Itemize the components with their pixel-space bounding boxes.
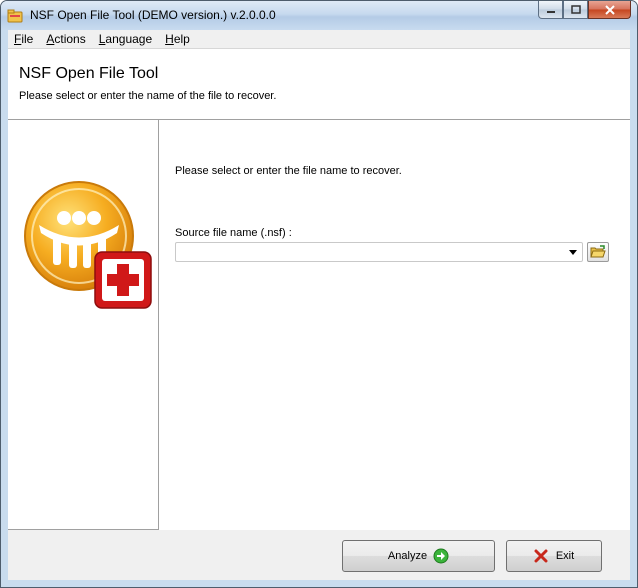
page-title: NSF Open File Tool xyxy=(19,65,159,82)
main-panel: Please select or enter the file name to … xyxy=(159,120,630,530)
exit-label: Exit xyxy=(555,550,575,562)
folder-app-icon xyxy=(7,9,23,23)
lotus-notes-repair-icon xyxy=(24,181,152,309)
chevron-down-icon xyxy=(569,249,577,255)
page-subtitle: Please select or enter the name of the f… xyxy=(19,90,277,102)
red-x-icon xyxy=(534,549,548,563)
menu-help[interactable]: Help xyxy=(159,30,197,48)
app-window: NSF Open File Tool (DEMO version.) v.2.0… xyxy=(0,0,638,588)
client-area: NSF Open File Tool Please select or ente… xyxy=(8,49,630,580)
green-arrow-right-icon xyxy=(433,548,449,564)
minimize-button[interactable] xyxy=(538,1,563,19)
menu-bar: File Actions Language Help xyxy=(8,30,630,49)
menu-file[interactable]: File xyxy=(8,30,40,48)
maximize-icon xyxy=(570,5,581,14)
wizard-header: NSF Open File Tool Please select or ente… xyxy=(8,49,630,120)
side-panel xyxy=(8,120,159,530)
maximize-button[interactable] xyxy=(563,1,588,19)
source-file-label: Source file name (.nsf) : xyxy=(175,227,292,239)
analyze-button[interactable]: Analyze xyxy=(342,540,495,572)
menu-language[interactable]: Language xyxy=(93,30,159,48)
window-title: NSF Open File Tool (DEMO version.) v.2.0… xyxy=(30,8,276,22)
instruction-text: Please select or enter the file name to … xyxy=(175,165,402,177)
menu-actions[interactable]: Actions xyxy=(40,30,92,48)
minimize-icon xyxy=(546,10,555,13)
exit-button[interactable]: Exit xyxy=(506,540,602,572)
browse-button[interactable] xyxy=(587,242,609,262)
close-icon xyxy=(604,4,615,15)
combo-dropdown-button[interactable] xyxy=(565,244,581,260)
caption-buttons xyxy=(538,1,631,20)
title-bar[interactable]: NSF Open File Tool (DEMO version.) v.2.0… xyxy=(1,1,637,30)
source-file-combobox[interactable] xyxy=(175,242,583,262)
analyze-label: Analyze xyxy=(387,550,428,562)
button-bar: Analyze Exit xyxy=(8,530,630,580)
close-button[interactable] xyxy=(588,1,631,19)
open-folder-icon xyxy=(590,245,606,258)
